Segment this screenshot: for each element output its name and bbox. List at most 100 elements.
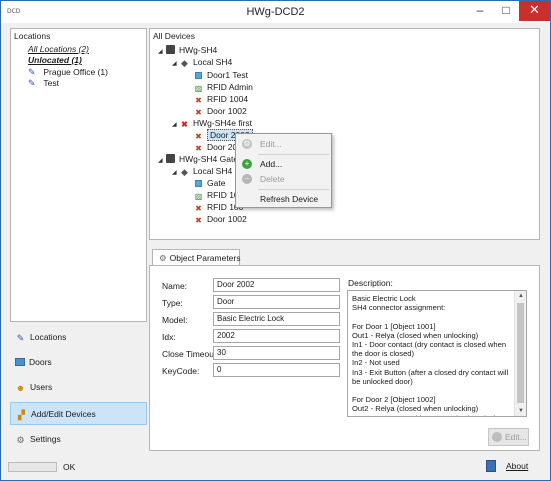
param-close-timeout-label: Close Timeout: [162,349,219,359]
model-field[interactable]: Basic Electric Lock [213,312,340,326]
tree-module[interactable]: ◢ ◆ Local SH4 [172,165,232,177]
menu-label: Delete [260,174,285,184]
param-keycode-label: KeyCode: [162,366,200,376]
nav-label: Doors [29,357,52,367]
collapse-arrow-icon[interactable]: ◢ [172,167,180,179]
pin-icon: ✎ [16,333,25,343]
doors-icon [15,358,25,366]
devices-panel: All Devices ◢ HWg-SH4 ◢ ◆ Local SH4 Door1 T… [149,28,540,240]
close-button[interactable]: ✕ [519,1,550,21]
collapse-arrow-icon[interactable]: ◢ [172,58,180,70]
menu-refresh-device[interactable]: Refresh Device [238,191,329,207]
scrollbar-thumb[interactable] [517,303,524,403]
tree-item[interactable]: ▨ RFID Admin [194,81,253,93]
tab-label: Object Parameters [169,253,241,263]
pin-icon: ✎ [28,67,36,77]
nav-add-edit-devices[interactable]: ▞ Add/Edit Devices [10,402,147,425]
nav-locations[interactable]: ✎ Locations [10,326,147,349]
door-icon [195,72,202,79]
app-window: DCD HWg-DCD2 – □ ✕ Locations All Locatio… [0,0,551,481]
tree-item[interactable]: ✖ RFID 1004 [194,93,248,105]
tree-label: Door 1002 [207,214,247,224]
menu-add[interactable]: + Add... [238,156,329,172]
collapse-arrow-icon[interactable]: ◢ [172,119,180,131]
menu-label: Edit... [260,139,282,149]
param-type-label: Type: [162,298,183,308]
tree-label: HWg-SH4 Gate [179,154,239,164]
about-link[interactable]: About [506,461,528,471]
rfid-icon: ▨ [194,192,203,201]
tree-item[interactable]: ✖ Door 1002 [194,213,247,225]
about-icon [486,460,496,472]
location-test[interactable]: ✎ Test [28,78,59,89]
keycode-field[interactable]: 0 [213,363,340,377]
nav-settings[interactable]: ⚙ Settings [10,428,147,451]
location-unlocated[interactable]: Unlocated (1) [28,55,82,66]
tree-label: HWg-SH4 [179,45,218,55]
menu-separator [258,189,329,190]
edit-icon: ⚙ [242,139,252,149]
menu-delete[interactable]: – Delete [238,171,329,187]
wrench-icon: ✖ [195,132,202,141]
tree-device[interactable]: ◢ HWg-SH4 [158,44,217,56]
maximize-button[interactable]: □ [493,1,519,21]
nav-users[interactable]: ☻ Users [10,376,147,399]
menu-edit[interactable]: ⚙ Edit... [238,136,329,152]
tree-device[interactable]: ◢ ✖ HWg-SH4e first [172,117,252,129]
description-field[interactable]: Basic Electric Lock SH4 connector assign… [347,290,527,417]
users-icon: ☻ [15,383,26,393]
edit-icon [492,432,502,442]
nav-label: Add/Edit Devices [31,409,96,419]
door-icon [195,180,202,187]
type-field[interactable]: Door [213,295,340,309]
status-progress-bar [8,462,57,472]
collapse-arrow-icon[interactable]: ◢ [158,155,166,167]
tree-module[interactable]: ◢ ◆ Local SH4 [172,56,232,68]
tree-item[interactable]: ✖ Door 1002 [194,105,247,117]
nav-doors[interactable]: Doors [10,351,147,374]
wrench-icon: ✖ [195,144,202,153]
wrench-icon: ✖ [195,204,202,213]
wrench-icon: ✖ [195,216,202,225]
close-timeout-field[interactable]: 30 [213,346,340,360]
param-idx-label: Idx: [162,332,176,342]
location-prague-office[interactable]: ✎ Prague Office (1) [28,67,108,78]
pin-icon: ✎ [28,78,36,88]
menu-label: Add... [260,159,283,169]
scroll-up-icon[interactable]: ▲ [515,291,526,301]
wrench-icon: ✖ [195,96,202,105]
scroll-down-icon[interactable]: ▼ [515,406,526,416]
title-bar: DCD HWg-DCD2 – □ ✕ [1,1,550,23]
tree-label: Door1 Test [207,70,248,80]
device-icon [166,154,175,163]
tree-item[interactable]: ✖ Door 20 [194,141,237,153]
delete-icon: – [242,174,252,184]
devices-icon: ▞ [18,410,25,420]
gear-icon: ⚙ [159,253,167,263]
tree-item[interactable]: Door1 Test [194,69,248,81]
nav-label: Users [30,382,53,392]
description-label: Description: [348,278,393,288]
tree-label: RFID Admin [207,82,253,92]
collapse-arrow-icon[interactable]: ◢ [158,46,166,58]
location-label: Prague Office (1) [43,67,108,77]
minimize-button[interactable]: – [467,1,493,21]
location-label: Test [43,78,59,88]
scrollbar[interactable]: ▲ ▼ [514,291,526,416]
menu-label: Refresh Device [260,194,319,204]
tree-device[interactable]: ◢ HWg-SH4 Gate [158,153,238,165]
name-field[interactable]: Door 2002 [213,278,340,292]
edit-button[interactable]: Edit... [488,428,529,446]
module-icon: ◆ [181,58,188,68]
tree-label: Door 1002 [207,106,247,116]
tree-label: RFID 1004 [207,94,249,104]
edit-button-label: Edit... [505,432,527,442]
param-name-label: Name: [162,281,188,291]
location-all[interactable]: All Locations (2) [28,44,89,55]
menu-separator [258,154,329,155]
tree-item[interactable]: Gate [194,177,225,189]
description-text: Basic Electric Lock SH4 connector assign… [352,294,509,416]
tab-object-parameters[interactable]: ⚙ Object Parameters [152,249,241,266]
idx-field[interactable]: 2002 [213,329,340,343]
tree-label: HWg-SH4e first [193,118,253,128]
